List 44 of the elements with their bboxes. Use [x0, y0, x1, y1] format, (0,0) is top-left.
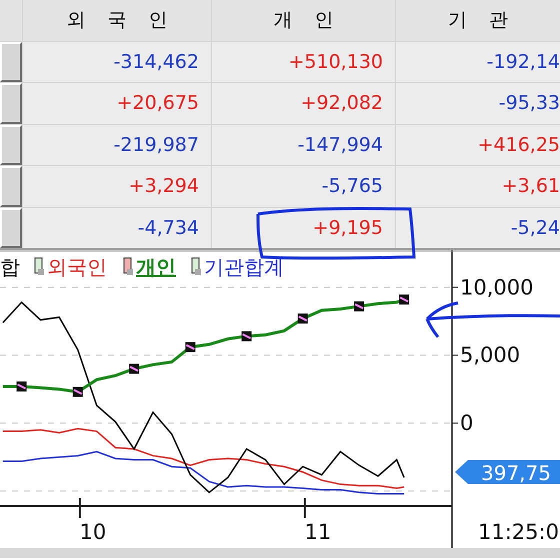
row-button[interactable] [0, 42, 22, 82]
axis-label: 0 [460, 411, 474, 436]
table-cell: -314,462 [23, 42, 211, 82]
axis-label: 5,000 [460, 343, 520, 368]
table-cell: -5,765 [212, 166, 395, 206]
table-cell: -5,24 [396, 208, 560, 248]
tick-mark [452, 422, 458, 424]
axis-label: 10,000 [460, 275, 534, 300]
row-button[interactable] [0, 166, 22, 206]
table-cell: +9,195 [212, 208, 395, 248]
time-label: 11:25:0 [478, 520, 559, 544]
table-cell: +416,25 [396, 124, 560, 165]
row-button[interactable] [0, 124, 22, 165]
table-cell: -219,987 [23, 124, 211, 165]
axis-label: 10 [80, 520, 106, 544]
tick-mark [452, 354, 458, 356]
row-button[interactable] [0, 208, 22, 248]
axis-label: 11 [304, 520, 332, 544]
header-corner [0, 0, 22, 40]
legend-label: 외국인 [47, 255, 107, 279]
table-cell: +3,294 [23, 166, 211, 206]
table-cell: +20,675 [23, 83, 211, 124]
table-cell: +510,130 [212, 42, 395, 82]
legend-label: 개인 [136, 255, 176, 279]
column-header: 외 국 인 [23, 0, 211, 40]
legend-swatch-icon [34, 258, 44, 275]
table-cell: -192,14 [396, 42, 560, 82]
table-cell: +3,61 [396, 166, 560, 206]
legend-label: 합 [0, 255, 20, 279]
value-badge: 397,75 [455, 460, 560, 485]
tick-mark [78, 498, 81, 518]
tick-mark [452, 286, 458, 288]
table-cell: +92,082 [212, 83, 395, 124]
table-cell: -147,994 [212, 124, 395, 165]
row-button[interactable] [0, 83, 22, 124]
column-header: 개 인 [212, 0, 395, 40]
legend-swatch-icon [124, 258, 133, 275]
scroll-track[interactable] [0, 548, 560, 558]
legend-label: 기관합계 [204, 255, 284, 279]
tick-mark [304, 498, 306, 518]
table-cell: -4,734 [23, 208, 211, 248]
table-cell: -95,33 [396, 83, 560, 124]
legend-swatch-icon [192, 258, 201, 275]
column-header: 기 관 [396, 0, 560, 40]
